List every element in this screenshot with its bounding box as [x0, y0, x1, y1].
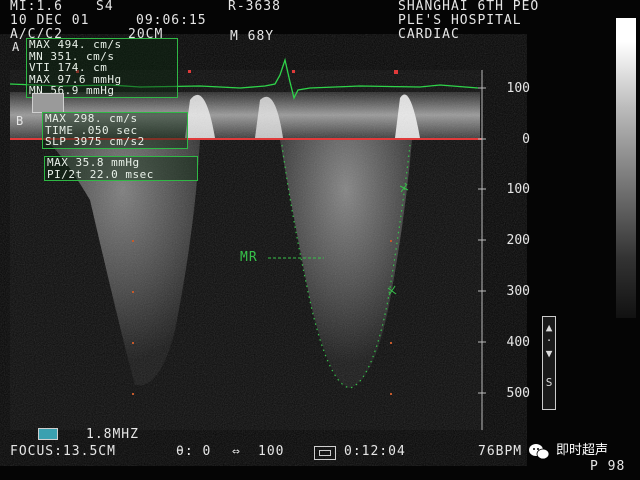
page-number: P 98 — [590, 459, 626, 474]
probe-name: S4 — [96, 0, 114, 14]
hospital-line-1: SHANGHAI 6TH PEO — [398, 0, 540, 14]
meas-vti: VTI 174. cm — [29, 61, 108, 74]
cursor-marker-icon — [32, 93, 64, 113]
patient-id: R-3638 — [228, 0, 281, 14]
scale-label-100: 100 — [506, 182, 530, 197]
speed-down-icon: ▼ — [545, 347, 553, 360]
mr-label: MR — [240, 250, 258, 265]
probe-icon — [38, 428, 58, 440]
scale-value: 100 — [258, 444, 285, 459]
meas-pressure-half-time: PI/2t 22.0 msec — [47, 167, 154, 181]
frequency: 1.8MHZ — [86, 427, 139, 442]
scale-label-0: 0 — [522, 132, 530, 147]
meas-b-max-gradient: MAX 35.8 mmHg — [47, 156, 140, 169]
meas-slope: SLP 3975 cm/s2 — [45, 135, 145, 148]
speed-divider-icon: · — [545, 334, 553, 347]
scale-label-plus-100: 100 — [506, 81, 530, 96]
measurement-box-3[interactable]: MAX 35.8 mmHg PI/2t 22.0 msec — [44, 156, 198, 181]
wechat-logo-icon — [529, 444, 550, 460]
grayscale-bar — [616, 18, 636, 318]
cine-timer: 0:12:04 — [344, 444, 406, 459]
hospital-line-2: PLE'S HOSPITAL — [398, 13, 522, 28]
exam-date: 10 DEC 01 — [10, 13, 90, 28]
cine-icon — [314, 446, 336, 460]
measurement-box-2[interactable]: MAX 298. cm/s TIME .050 sec SLP 3975 cm/… — [42, 112, 188, 149]
heart-rate: 76BPM — [478, 444, 523, 459]
sex-age: M 68Y — [230, 29, 275, 44]
department: CARDIAC — [398, 27, 460, 42]
mi-value: MI:1.6 — [10, 0, 63, 14]
scale-label-300: 300 — [506, 284, 530, 299]
focus-depth: FOCUS:13.5CM — [10, 444, 116, 459]
angle-correction: θ: 0 — [176, 444, 212, 459]
speed-arrows-icon: ▲ — [545, 321, 553, 334]
ultrasound-screen: MI:1.6 S4 R-3638 SHANGHAI 6TH PEO 10 DEC… — [0, 0, 640, 480]
mode-tag-b: B — [16, 114, 25, 128]
meas-b-max-velocity: MAX 298. cm/s — [45, 112, 138, 125]
scale-label-200: 200 — [506, 233, 530, 248]
scale-icon: ⇔ — [232, 444, 241, 459]
scale-label-500: 500 — [506, 386, 530, 401]
speed-label: S — [545, 376, 553, 389]
watermark: 即时超声 — [556, 443, 609, 458]
scroll-speed-control[interactable]: ▲ · ▼ S — [542, 316, 556, 410]
mode-tag-a: A — [12, 40, 21, 54]
measurement-box-1[interactable]: MAX 494. cm/s MN 351. cm/s VTI 174. cm M… — [26, 38, 178, 98]
exam-time: 09:06:15 — [136, 13, 207, 28]
scale-label-400: 400 — [506, 335, 530, 350]
meas-max-velocity: MAX 494. cm/s — [29, 38, 122, 51]
